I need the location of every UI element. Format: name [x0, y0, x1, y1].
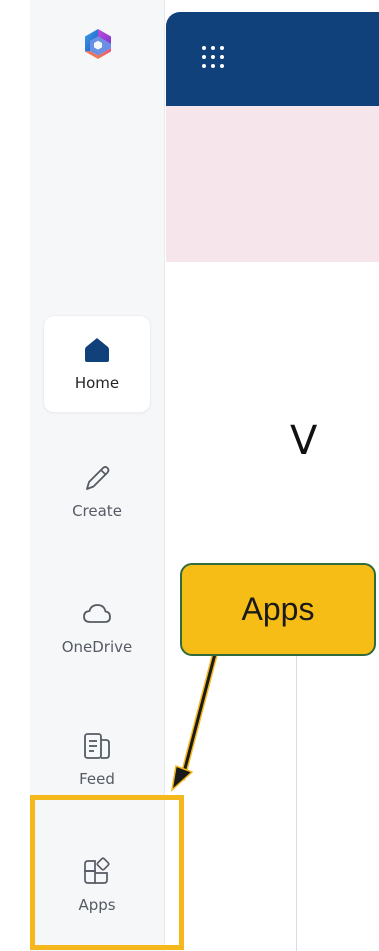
microsoft-365-logo-icon[interactable]: [80, 26, 116, 62]
nav-item-create[interactable]: Create: [44, 444, 150, 540]
waffle-icon[interactable]: [202, 46, 224, 68]
home-icon: [85, 338, 109, 362]
nav-label-create: Create: [72, 502, 122, 520]
nav-label-home: Home: [74, 374, 120, 392]
pen-icon: [86, 466, 110, 490]
nav-item-feed[interactable]: Feed: [44, 712, 150, 808]
banner-strip: [166, 106, 379, 262]
apps-callout: Apps: [180, 563, 376, 656]
nav-item-home[interactable]: Home: [44, 316, 150, 412]
nav-label-onedrive: OneDrive: [61, 638, 133, 656]
app-window: Home Create OneDrive Feed Apps V Apps: [0, 0, 379, 951]
feed-icon: [84, 733, 110, 759]
content-panel-edge: [296, 655, 379, 951]
cloud-icon: [83, 604, 111, 623]
content-heading-partial: V: [290, 418, 318, 464]
apps-icon: [84, 857, 110, 884]
left-nav-rail: Home Create OneDrive Feed Apps: [30, 0, 165, 951]
nav-label-apps: Apps: [78, 896, 116, 914]
nav-item-onedrive[interactable]: OneDrive: [44, 580, 150, 676]
nav-item-apps[interactable]: Apps: [44, 838, 150, 934]
top-header-bar: [166, 12, 379, 106]
callout-text: Apps: [241, 591, 315, 627]
nav-label-feed: Feed: [79, 770, 115, 788]
